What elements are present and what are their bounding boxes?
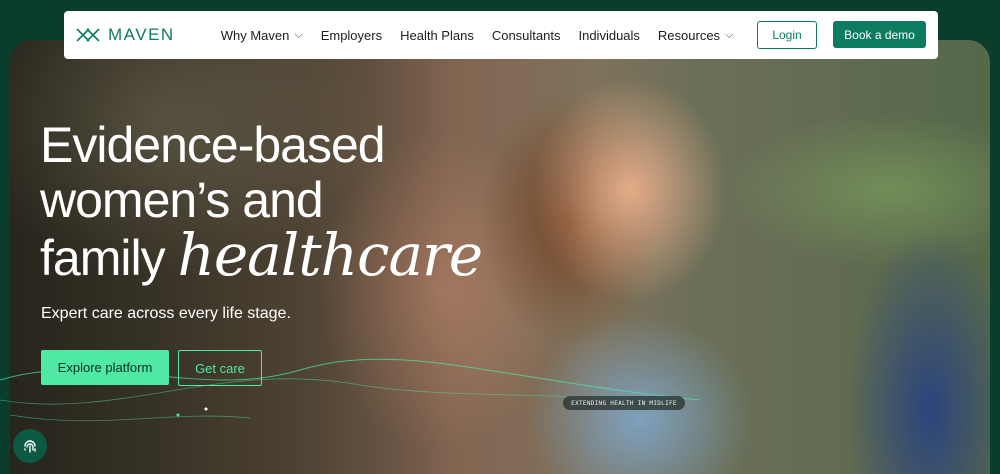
nav-item-label: Individuals	[578, 27, 640, 43]
headline-line-2: women’s and	[40, 172, 324, 228]
hero-subtitle: Expert care across every life stage.	[41, 305, 291, 322]
nav-item-individuals[interactable]: Individuals	[578, 28, 639, 43]
headline-word-family: family	[40, 230, 166, 286]
nav-item-label: Why Maven	[220, 27, 290, 43]
nav-item-label: Employers	[320, 27, 383, 43]
hero-headline: Evidence-based women’s and family health…	[40, 117, 483, 286]
midlife-tag: EXTENDING HEALTH IN MIDLIFE	[563, 396, 685, 410]
nav-item-employers[interactable]: Employers	[321, 28, 382, 43]
fingerprint-button[interactable]	[13, 429, 47, 463]
nav-item-resources[interactable]: Resources ⌵	[658, 28, 733, 43]
logo-text: MAVEN	[108, 25, 175, 44]
explore-platform-button[interactable]: Explore platform	[41, 350, 169, 385]
headline-accent: healthcare	[177, 221, 483, 289]
maven-logo[interactable]: MAVEN	[76, 25, 175, 45]
nav-item-health-plans[interactable]: Health Plans	[400, 28, 474, 43]
main-menu: Why Maven ⌵ Employers Health Plans Consu…	[221, 28, 752, 43]
nav-item-label: Health Plans	[400, 27, 474, 43]
nav-item-label: Resources	[657, 27, 721, 43]
maven-logo-icon	[76, 28, 100, 42]
headline-line-3: family healthcare	[40, 226, 483, 286]
fingerprint-icon	[24, 440, 36, 453]
chevron-down-icon: ⌵	[725, 28, 734, 41]
chevron-down-icon: ⌵	[294, 28, 303, 41]
book-demo-button[interactable]: Book a demo	[833, 21, 926, 48]
nav-item-why-maven[interactable]: Why Maven ⌵	[221, 28, 303, 43]
nav-item-label: Consultants	[491, 27, 561, 43]
get-care-button[interactable]: Get care	[178, 350, 262, 386]
headline-line-1: Evidence-based	[40, 117, 386, 173]
top-navigation: MAVEN Why Maven ⌵ Employers Health Plans…	[64, 11, 938, 59]
nav-item-consultants[interactable]: Consultants	[492, 28, 561, 43]
login-button[interactable]: Login	[757, 21, 817, 49]
